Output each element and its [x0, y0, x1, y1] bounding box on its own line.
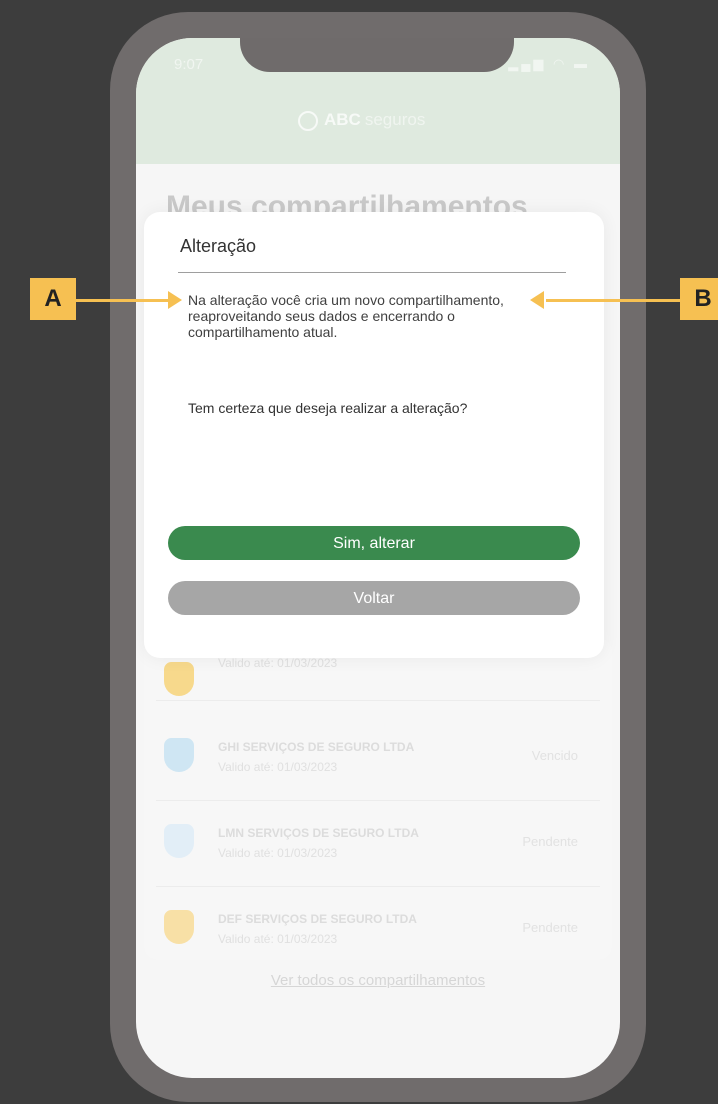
confirm-button[interactable]: Sim, alterar [168, 526, 580, 560]
status-badge: Vencido [531, 748, 578, 763]
list-item-name: LMN SERVIÇOS DE SEGURO LTDA [218, 826, 419, 840]
shield-icon [164, 738, 194, 772]
shield-check-icon [164, 824, 194, 858]
list-item-date: Valido até: 01/03/2023 [218, 932, 338, 946]
status-time: 9:07 [174, 56, 204, 73]
list-item[interactable]: GHI SERVIÇOS DE SEGURO LTDA Valido até: … [144, 714, 612, 800]
status-badge: Pendente [522, 834, 578, 849]
list-item[interactable]: DEF SERVIÇOS DE SEGURO LTDA Valido até: … [144, 886, 612, 972]
phone-notch [240, 38, 514, 72]
list-item-name: GHI SERVIÇOS DE SEGURO LTDA [218, 740, 415, 754]
brand-mark-icon [298, 110, 318, 131]
brand-subtitle: seguros [364, 110, 426, 129]
brand-name: ABC [324, 110, 361, 129]
annotation-arrow-b [546, 299, 680, 302]
sharing-list: Valido até: 01/03/2023 GHI SERVIÇOS DE S… [144, 638, 612, 960]
annotation-arrow-a [76, 299, 172, 302]
view-all-link[interactable]: Ver todos os compartilhamentos [136, 972, 620, 989]
confirm-dialog: Alteração Na alteração você cria um novo… [144, 212, 604, 658]
brand-logo: ABC seguros [298, 110, 425, 131]
arrow-left-icon [530, 291, 544, 309]
list-item-date: Valido até: 01/03/2023 [218, 656, 338, 670]
list-item[interactable]: LMN SERVIÇOS DE SEGURO LTDA Valido até: … [144, 800, 612, 886]
shield-icon [164, 662, 194, 696]
dialog-divider [178, 272, 566, 273]
phone-screen: ABC seguros 9:07 ▂▄▆ ◠ ▬ Meus compartilha… [136, 38, 620, 1078]
dialog-message: Na alteração você cria um novo compartil… [188, 292, 504, 340]
back-button[interactable]: Voltar [168, 581, 580, 615]
shield-check-icon [164, 910, 194, 944]
arrow-right-icon [168, 291, 182, 309]
status-badge: Pendente [522, 920, 578, 935]
list-item-date: Valido até: 01/03/2023 [218, 846, 338, 860]
annotation-marker-b: B [680, 278, 718, 320]
dialog-question: Tem certeza que deseja realizar a altera… [188, 400, 468, 416]
annotation-marker-a: A [30, 278, 76, 320]
divider [156, 700, 600, 701]
signal-wifi-battery-icon: ▂▄▆ ◠ ▬ [508, 56, 590, 71]
list-item-name: DEF SERVIÇOS DE SEGURO LTDA [218, 912, 417, 926]
list-item-date: Valido até: 01/03/2023 [218, 760, 338, 774]
dialog-title: Alteração [180, 236, 257, 256]
